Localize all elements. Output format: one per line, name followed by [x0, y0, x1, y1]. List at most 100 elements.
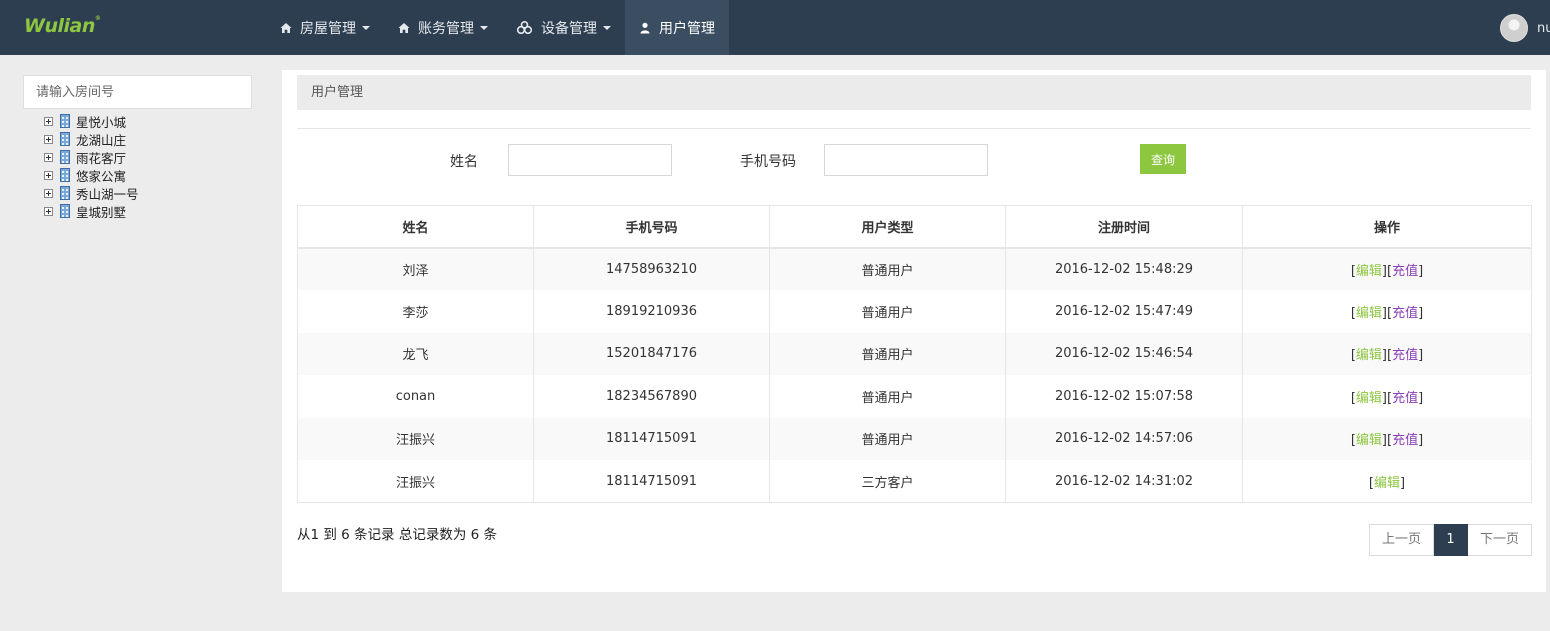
building-icon [60, 186, 70, 200]
cell-phone: 18919210936 [533, 290, 770, 333]
edit-link[interactable]: 编辑 [1374, 476, 1400, 491]
nav-item-account-management[interactable]: 账务管理 [384, 0, 502, 55]
cell-register-time: 2016-12-02 14:57:06 [1005, 417, 1243, 460]
tree-item[interactable]: 秀山湖一号 [44, 184, 139, 202]
recharge-link[interactable]: 充值 [1392, 348, 1418, 363]
query-button[interactable]: 查询 [1140, 144, 1186, 174]
nav-item-user-management[interactable]: 用户管理 [625, 0, 729, 55]
cell-phone: 18114715091 [533, 417, 770, 460]
caret-down-icon [603, 25, 611, 30]
cell-register-time: 2016-12-02 15:07:58 [1005, 375, 1243, 418]
cell-user-type: 普通用户 [769, 417, 1006, 460]
page-button-current[interactable]: 1 [1434, 524, 1469, 556]
edit-link[interactable]: 编辑 [1356, 391, 1382, 406]
edit-link[interactable]: 编辑 [1356, 264, 1382, 279]
devices-icon [516, 21, 533, 34]
main-nav: 房屋管理 账务管理 设备管理 用户管理 [266, 0, 729, 55]
tree-item[interactable]: 雨花客厅 [44, 148, 139, 166]
cell-phone: 18114715091 [533, 460, 770, 503]
cell-actions: [编辑][充值] [1242, 332, 1532, 375]
building-icon [60, 114, 70, 128]
header-phone[interactable]: 手机号码 [533, 205, 770, 249]
recharge-link[interactable]: 充值 [1392, 433, 1418, 448]
expand-icon[interactable] [44, 116, 53, 126]
home-icon [398, 22, 410, 33]
cell-name: 龙飞 [297, 332, 534, 375]
divider [297, 128, 1531, 129]
table-row: 汪振兴 18114715091 三方客户 2016-12-02 14:31:02… [297, 460, 1532, 503]
top-navbar: Wulian® 房屋管理 账务管理 设备管理 用户管理 nu [0, 0, 1550, 55]
tree-item[interactable]: 龙湖山庄 [44, 130, 139, 148]
home-icon [280, 22, 292, 33]
room-search-input[interactable] [23, 75, 252, 109]
user-icon [640, 22, 650, 33]
phone-input[interactable] [824, 144, 988, 176]
expand-icon[interactable] [44, 188, 53, 198]
avatar[interactable] [1500, 14, 1528, 42]
expand-icon[interactable] [44, 206, 53, 216]
cell-actions: [编辑][充值] [1242, 375, 1532, 418]
header-name[interactable]: 姓名 [297, 205, 534, 249]
cell-phone: 14758963210 [533, 247, 770, 290]
header-actions: 操作 [1242, 205, 1532, 249]
nav-item-device-management[interactable]: 设备管理 [502, 0, 625, 55]
building-icon [60, 168, 70, 182]
name-label: 姓名 [450, 154, 478, 170]
nav-item-label: 用户管理 [659, 20, 715, 37]
building-icon [60, 132, 70, 146]
cell-register-time: 2016-12-02 15:47:49 [1005, 290, 1243, 333]
edit-link[interactable]: 编辑 [1356, 348, 1382, 363]
header-register-time[interactable]: 注册时间 [1005, 205, 1243, 249]
cell-name: 刘泽 [297, 247, 534, 290]
cell-register-time: 2016-12-02 15:46:54 [1005, 332, 1243, 375]
nav-item-label: 账务管理 [418, 20, 474, 37]
cell-name: 李莎 [297, 290, 534, 333]
table-row: 刘泽 14758963210 普通用户 2016-12-02 15:48:29 … [297, 247, 1532, 290]
cell-user-type: 普通用户 [769, 290, 1006, 333]
property-tree: 星悦小城 龙湖山庄 雨花客厅 悠家公寓 秀山湖一号 皇城别墅 [44, 112, 139, 220]
cell-name: 汪振兴 [297, 460, 534, 503]
cell-name: 汪振兴 [297, 417, 534, 460]
table-row: 李莎 18919210936 普通用户 2016-12-02 15:47:49 … [297, 290, 1532, 333]
records-summary: 从1 到 6 条记录 总记录数为 6 条 [297, 527, 498, 543]
cell-register-time: 2016-12-02 15:48:29 [1005, 247, 1243, 290]
cell-user-type: 普通用户 [769, 332, 1006, 375]
cell-user-type: 普通用户 [769, 247, 1006, 290]
header-user-type[interactable]: 用户类型 [769, 205, 1006, 249]
caret-down-icon [480, 25, 488, 30]
expand-icon[interactable] [44, 170, 53, 180]
expand-icon[interactable] [44, 134, 53, 144]
phone-label: 手机号码 [740, 154, 796, 170]
user-menu[interactable]: nu [1500, 14, 1550, 42]
cell-actions: [编辑] [1242, 460, 1532, 503]
cell-phone: 18234567890 [533, 375, 770, 418]
edit-link[interactable]: 编辑 [1356, 433, 1382, 448]
tree-item[interactable]: 皇城别墅 [44, 202, 139, 220]
building-icon [60, 204, 70, 218]
name-input[interactable] [508, 144, 672, 176]
cell-phone: 15201847176 [533, 332, 770, 375]
next-page-button[interactable]: 下一页 [1468, 524, 1533, 556]
breadcrumb: 用户管理 [297, 75, 1531, 110]
prev-page-button[interactable]: 上一页 [1369, 524, 1435, 556]
table-row: 龙飞 15201847176 普通用户 2016-12-02 15:46:54 … [297, 332, 1532, 375]
nav-item-house-management[interactable]: 房屋管理 [266, 0, 384, 55]
main-panel: 用户管理 姓名 手机号码 查询 姓名 手机号码 用户类型 注册时间 操作 刘泽 … [282, 70, 1546, 592]
cell-user-type: 普通用户 [769, 375, 1006, 418]
cell-actions: [编辑][充值] [1242, 247, 1532, 290]
user-name[interactable]: nu [1537, 21, 1550, 36]
expand-icon[interactable] [44, 152, 53, 162]
tree-item[interactable]: 悠家公寓 [44, 166, 139, 184]
recharge-link[interactable]: 充值 [1392, 306, 1418, 321]
building-icon [60, 150, 70, 164]
recharge-link[interactable]: 充值 [1392, 264, 1418, 279]
tree-item[interactable]: 星悦小城 [44, 112, 139, 130]
table-row: 汪振兴 18114715091 普通用户 2016-12-02 14:57:06… [297, 417, 1532, 460]
edit-link[interactable]: 编辑 [1356, 306, 1382, 321]
recharge-link[interactable]: 充值 [1392, 391, 1418, 406]
cell-name: conan [297, 375, 534, 418]
nav-item-label: 房屋管理 [300, 20, 356, 37]
brand-logo[interactable]: Wulian® [24, 15, 101, 37]
cell-register-time: 2016-12-02 14:31:02 [1005, 460, 1243, 503]
table-header-row: 姓名 手机号码 用户类型 注册时间 操作 [297, 205, 1532, 249]
